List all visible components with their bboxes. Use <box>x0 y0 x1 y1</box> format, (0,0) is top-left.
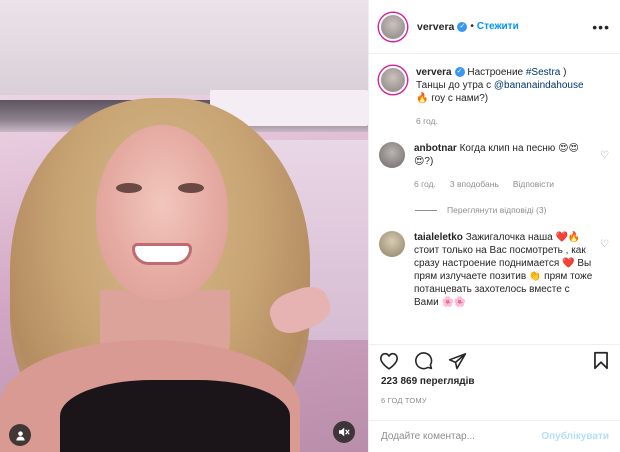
ceiling <box>0 0 368 95</box>
reply-button[interactable]: Відповісти <box>513 178 554 191</box>
comment-avatar[interactable] <box>379 142 405 168</box>
comment-item: anbotnar Когда клип на песню 😍😍😍?) 6 год… <box>379 142 611 191</box>
divider-line <box>415 209 437 211</box>
caption-text-3: Танцы до утра с <box>416 80 494 91</box>
comment-bubble-icon[interactable] <box>413 351 433 371</box>
comment-username[interactable]: taialeletko <box>414 232 463 243</box>
post-video[interactable] <box>0 0 368 452</box>
comment-input[interactable]: Додайте коментар... <box>381 431 541 442</box>
caption-text-2: ) <box>560 67 567 78</box>
smile <box>132 243 192 265</box>
avatar[interactable] <box>379 12 407 41</box>
caption-text-4: 🔥 гоу с нами?) <box>416 93 489 104</box>
author-username[interactable]: ververa <box>417 21 454 33</box>
comment-username[interactable]: anbotnar <box>414 143 457 154</box>
post-header: ververa ✓ • Стежити ••• <box>369 0 620 54</box>
comment-text: Зажигалочка наша ❤️🔥 стоит только на Вас… <box>414 232 593 308</box>
mention-link[interactable]: @bananaindahouse <box>494 80 584 91</box>
more-options-icon[interactable]: ••• <box>592 19 610 35</box>
add-comment-bar: Додайте коментар... Опублікувати <box>369 420 620 452</box>
hashtag-link[interactable]: #Sestra <box>526 67 560 78</box>
views-count[interactable]: 223 869 переглядів <box>381 376 475 387</box>
follow-button[interactable]: Стежити <box>477 21 519 32</box>
caption-avatar[interactable] <box>379 66 407 94</box>
comments-list[interactable]: ververa ✓ Настроение #Sestra ) Танцы до у… <box>369 54 620 344</box>
post-sidebar: ververa ✓ • Стежити ••• ververa ✓ Настрое… <box>368 0 620 452</box>
comment-likes[interactable]: 3 вподобань <box>450 178 499 191</box>
right-eye <box>178 183 204 193</box>
view-replies-button[interactable]: Переглянути відповіді (3) <box>415 205 611 215</box>
black-top <box>60 380 290 452</box>
verified-badge-icon: ✓ <box>457 21 468 32</box>
mute-icon[interactable] <box>333 421 355 443</box>
publish-button[interactable]: Опублікувати <box>541 431 609 442</box>
left-eye <box>116 183 142 193</box>
comment-avatar[interactable] <box>379 231 405 257</box>
save-bookmark-icon[interactable] <box>591 351 611 371</box>
caption: ververa ✓ Настроение #Sestra ) Танцы до у… <box>379 66 611 128</box>
comment-time[interactable]: 6 год. <box>414 178 436 191</box>
like-comment-heart-icon[interactable]: ♡ <box>600 150 609 161</box>
face <box>96 125 228 300</box>
share-paper-plane-icon[interactable] <box>447 351 467 371</box>
verified-badge-icon: ✓ <box>454 67 465 78</box>
view-replies-label: Переглянути відповіді (3) <box>447 205 547 215</box>
caption-username[interactable]: ververa <box>416 67 452 78</box>
caption-text-1: Настроение <box>464 67 526 78</box>
separator-dot: • <box>470 21 474 32</box>
action-bar <box>369 344 620 376</box>
caption-time[interactable]: 6 год. <box>416 115 438 128</box>
comment-item: taialeletko Зажигалочка наша ❤️🔥 стоит т… <box>379 231 611 309</box>
tagged-user-icon[interactable] <box>9 424 31 446</box>
like-heart-icon[interactable] <box>379 351 399 371</box>
like-comment-heart-icon[interactable]: ♡ <box>600 239 609 250</box>
post-time[interactable]: 6 ГОД ТОМУ <box>381 396 427 405</box>
